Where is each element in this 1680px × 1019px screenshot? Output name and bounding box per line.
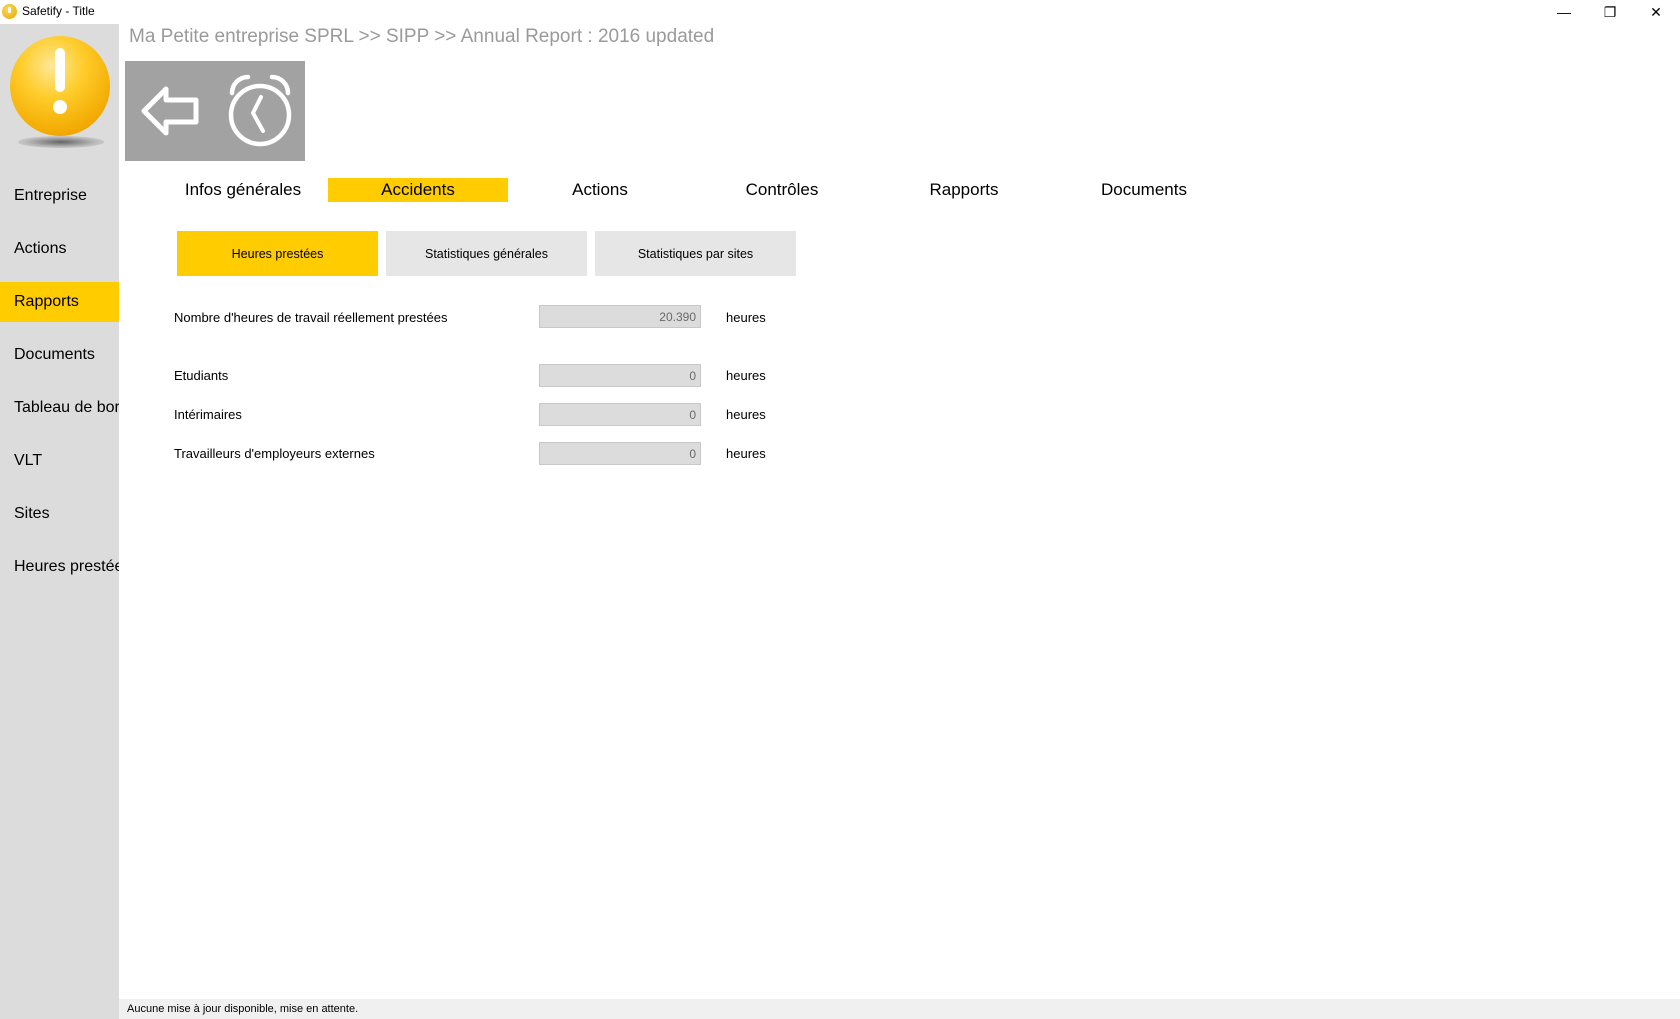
tab-documents[interactable]: Documents bbox=[1062, 178, 1226, 202]
tab-controles[interactable]: Contrôles bbox=[700, 178, 864, 202]
sidebar-item-rapports[interactable]: Rapports bbox=[0, 282, 119, 322]
temp-workers-label: Intérimaires bbox=[174, 407, 242, 422]
sidebar-item-tableau-de-bord[interactable]: Tableau de bord bbox=[0, 388, 119, 428]
sidebar-item-vlt[interactable]: VLT bbox=[0, 441, 119, 481]
hours-worked-label: Nombre d'heures de travail réellement pr… bbox=[174, 310, 448, 325]
external-workers-unit: heures bbox=[726, 446, 766, 461]
temp-workers-unit: heures bbox=[726, 407, 766, 422]
close-button[interactable]: ✕ bbox=[1633, 0, 1679, 24]
tab-rapports[interactable]: Rapports bbox=[882, 178, 1046, 202]
app-icon bbox=[2, 4, 17, 19]
sidebar-item-actions[interactable]: Actions bbox=[0, 229, 119, 269]
tab-infos-generales[interactable]: Infos générales bbox=[160, 178, 326, 202]
status-text: Aucune mise à jour disponible, mise en a… bbox=[127, 1003, 359, 1015]
status-bar: Aucune mise à jour disponible, mise en a… bbox=[119, 999, 1680, 1019]
stopwatch-button[interactable] bbox=[215, 61, 305, 161]
sidebar-item-sites[interactable]: Sites bbox=[0, 494, 119, 534]
subtab-statistiques-generales[interactable]: Statistiques générales bbox=[386, 231, 587, 276]
hours-worked-field[interactable] bbox=[539, 305, 701, 328]
students-unit: heures bbox=[726, 368, 766, 383]
temp-workers-field[interactable] bbox=[539, 403, 701, 426]
sidebar-item-entreprise[interactable]: Entreprise bbox=[0, 176, 119, 216]
subtab-statistiques-par-sites[interactable]: Statistiques par sites bbox=[595, 231, 796, 276]
tab-accidents[interactable]: Accidents bbox=[328, 178, 508, 202]
toolbar-tile bbox=[125, 61, 305, 161]
restore-button[interactable]: ❐ bbox=[1587, 0, 1633, 24]
breadcrumb: Ma Petite entreprise SPRL >> SIPP >> Ann… bbox=[129, 26, 715, 47]
students-label: Etudiants bbox=[174, 368, 229, 383]
external-workers-label: Travailleurs d'employeurs externes bbox=[174, 446, 375, 461]
back-button[interactable] bbox=[125, 61, 215, 161]
students-field[interactable] bbox=[539, 364, 701, 387]
sidebar: Entreprise Actions Rapports Documents Ta… bbox=[0, 24, 119, 1019]
tab-actions[interactable]: Actions bbox=[520, 178, 680, 202]
subtab-heures-prestees[interactable]: Heures prestées bbox=[177, 231, 378, 276]
sidebar-item-documents[interactable]: Documents bbox=[0, 335, 119, 375]
external-workers-field[interactable] bbox=[539, 442, 701, 465]
hours-worked-unit: heures bbox=[726, 310, 766, 325]
window-title: Safetify - Title bbox=[22, 4, 95, 18]
title-bar: Safetify - Title — ❐ ✕ bbox=[0, 0, 1680, 24]
back-arrow-icon bbox=[141, 86, 199, 136]
stopwatch-icon bbox=[228, 74, 292, 147]
minimize-button[interactable]: — bbox=[1541, 0, 1587, 24]
sidebar-item-heures-prestees[interactable]: Heures prestées bbox=[0, 547, 119, 587]
warning-exclamation-icon bbox=[8, 32, 112, 152]
